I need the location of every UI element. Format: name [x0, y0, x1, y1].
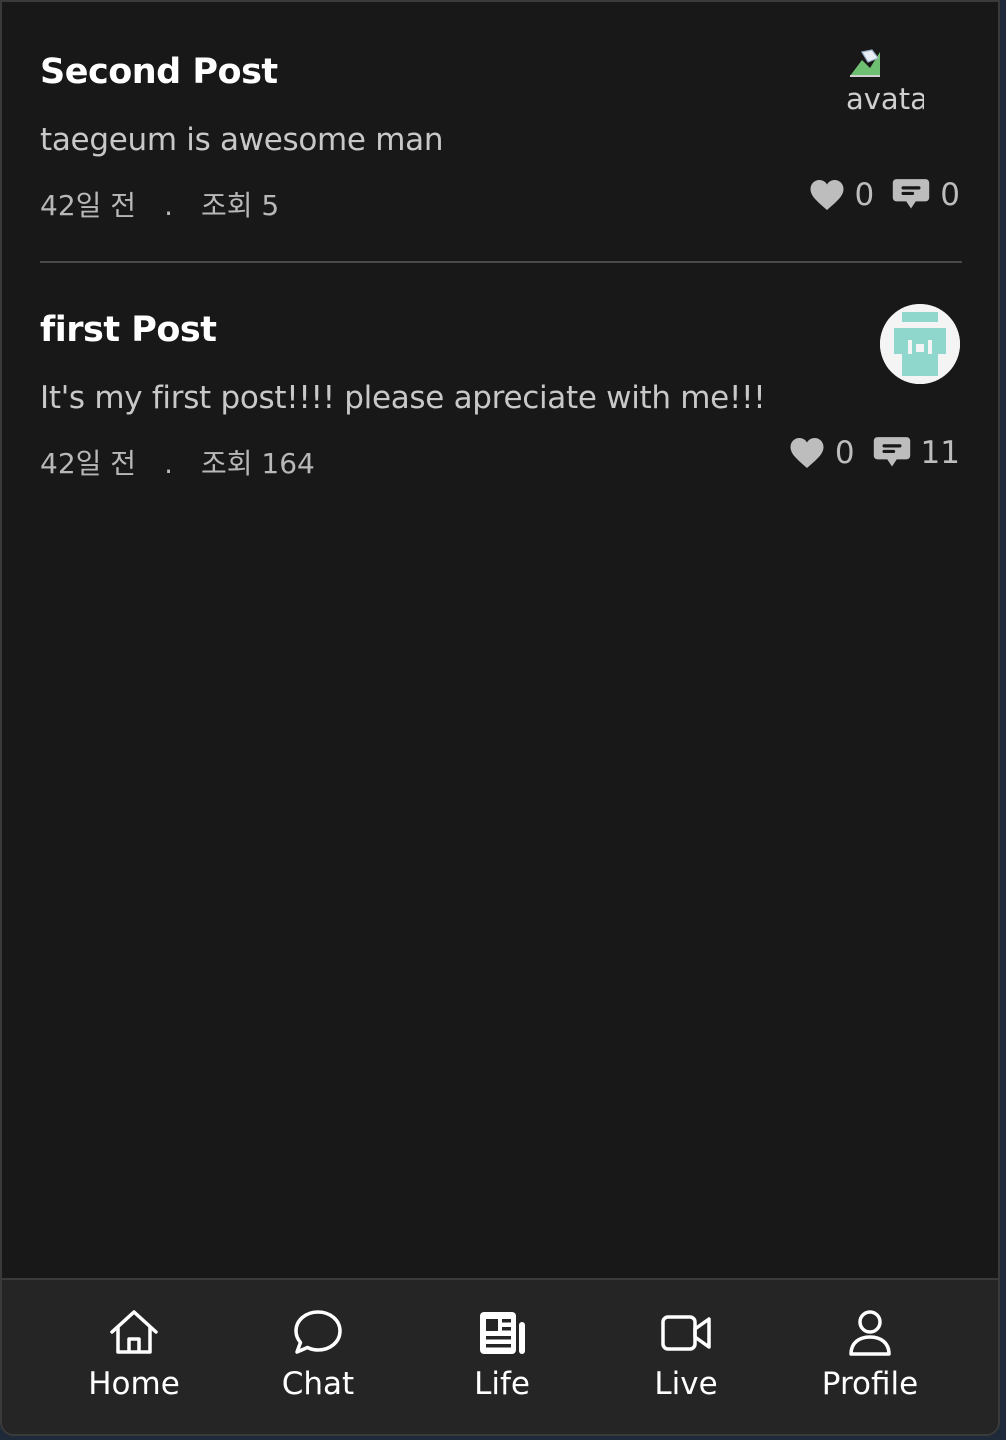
- nav-home[interactable]: Home: [44, 1280, 224, 1434]
- identicon-avatar: [880, 304, 960, 384]
- post-feed: Second Post taegeum is awesome man 42일 전…: [2, 2, 998, 1280]
- comment-count: 11: [920, 435, 960, 471]
- nav-home-label: Home: [88, 1366, 180, 1402]
- comment-icon: [873, 437, 910, 467]
- heart-icon: [790, 438, 824, 468]
- home-icon: [110, 1310, 158, 1354]
- comment-stat[interactable]: 0: [892, 177, 960, 213]
- post-stats: 0 11: [789, 435, 960, 471]
- nav-profile[interactable]: Profile: [780, 1280, 960, 1434]
- comment-stat[interactable]: 11: [873, 435, 960, 471]
- comment-count: 0: [940, 177, 960, 213]
- user-icon: [849, 1310, 891, 1356]
- chat-bubble-icon: [294, 1310, 342, 1354]
- post-time: 42일 전: [40, 189, 137, 222]
- post-body: It's my first post!!!! please apreciate …: [40, 380, 766, 416]
- nav-chat-label: Chat: [281, 1366, 355, 1402]
- post-card[interactable]: Second Post taegeum is awesome man 42일 전…: [40, 2, 960, 260]
- post-title[interactable]: first Post: [40, 310, 217, 350]
- author-avatar[interactable]: avatar: [844, 48, 924, 118]
- post-body: taegeum is awesome man: [40, 122, 444, 158]
- newspaper-icon: [480, 1312, 525, 1354]
- avatar-alt-text: avatar: [846, 82, 924, 116]
- meta-separator: .: [164, 189, 173, 222]
- post-views: 조회 164: [200, 447, 315, 480]
- comment-icon: [893, 179, 930, 209]
- post-meta: 42일 전. 조회 5: [40, 184, 279, 224]
- heart-icon: [810, 180, 844, 210]
- nav-life[interactable]: Life: [412, 1280, 592, 1434]
- nav-profile-label: Profile: [821, 1366, 919, 1402]
- bottom-navigation: Home Chat Life Live Profile: [2, 1278, 998, 1434]
- post-title[interactable]: Second Post: [40, 52, 278, 92]
- post-views: 조회 5: [200, 189, 280, 222]
- nav-live-label: Live: [654, 1366, 718, 1402]
- like-count: 0: [854, 177, 875, 213]
- nav-life-label: Life: [474, 1366, 530, 1402]
- author-avatar[interactable]: [880, 304, 960, 384]
- post-card[interactable]: first Post It's my first post!!!! please…: [40, 260, 960, 500]
- post-time: 42일 전: [40, 447, 137, 480]
- post-stats: 0 0: [809, 177, 960, 213]
- nav-live[interactable]: Live: [596, 1280, 776, 1434]
- post-meta: 42일 전. 조회 164: [40, 442, 315, 482]
- app-window: Second Post taegeum is awesome man 42일 전…: [0, 0, 1000, 1436]
- meta-separator: .: [164, 447, 173, 480]
- nav-chat[interactable]: Chat: [228, 1280, 408, 1434]
- like-count: 0: [834, 435, 855, 471]
- broken-image-icon: [850, 49, 880, 77]
- like-stat[interactable]: 0: [789, 435, 855, 471]
- like-stat[interactable]: 0: [809, 177, 875, 213]
- video-camera-icon: [661, 1315, 711, 1351]
